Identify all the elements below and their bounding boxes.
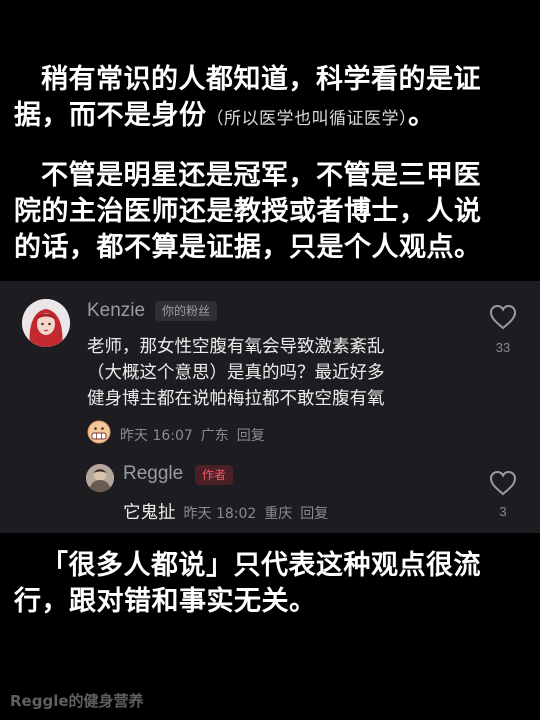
reply-location: 重庆 xyxy=(264,506,293,522)
heart-icon[interactable] xyxy=(488,469,518,497)
watermark: Reggle的健身营养 xyxy=(10,692,144,710)
reply-like-count: 3 xyxy=(499,504,507,519)
author-badge: 作者 xyxy=(195,465,234,485)
commenter-username[interactable]: Kenzie xyxy=(87,300,145,322)
comment-like-count: 33 xyxy=(495,340,511,355)
outro-line-1: 「很多人都说」只代表这种观点很流 xyxy=(41,550,481,581)
comment-line-1: 老师，那女性空腹有氧会导致激素紊乱 xyxy=(87,337,385,357)
comment-line-2: （大概这个意思）是真的吗？最近好多 xyxy=(87,363,385,383)
intro-p2-line-3: 的话，都不算是证据，只是个人观点。 xyxy=(14,232,482,263)
reply-text: 它鬼扯 xyxy=(123,503,176,523)
heart-icon[interactable] xyxy=(488,303,518,331)
intro-line-2-note: （所以医学也叫循证医学） xyxy=(206,109,408,129)
comment-reply-button[interactable]: 回复 xyxy=(237,428,265,444)
intro-line-2: 据，而不是身份（所以医学也叫循证医学）。 xyxy=(14,98,530,137)
reply-row: 它鬼扯 昨天 18:02 重庆 回复 xyxy=(123,499,336,524)
author-username[interactable]: Reggle xyxy=(123,463,183,485)
grimacing-face-emoji-icon xyxy=(87,420,111,444)
author-avatar[interactable] xyxy=(86,464,114,492)
commenter-avatar[interactable] xyxy=(22,299,70,347)
outro-paragraph: 「很多人都说」只代表这种观点很流 行，跟对错和事实无关。 xyxy=(14,548,530,620)
intro-paragraph-1: 稍有常识的人都知道，科学看的是证 据，而不是身份（所以医学也叫循证医学）。 xyxy=(14,62,530,137)
comment-location: 广东 xyxy=(200,428,229,444)
intro-line-2-end: 。 xyxy=(408,100,436,131)
fan-badge: 你的粉丝 xyxy=(155,301,218,321)
reply-meta: 昨天 18:02 重庆 回复 xyxy=(184,506,337,522)
intro-paragraph-2: 不管是明星还是冠军，不管是三甲医 院的主治医师还是教授或者博士，人说 的话，都不… xyxy=(14,158,530,266)
intro-p2-line-1: 不管是明星还是冠军，不管是三甲医 xyxy=(41,160,481,191)
comment-line-3: 健身博主都在说帕梅拉都不敢空腹有氧 xyxy=(87,389,385,409)
outro-line-2: 行，跟对错和事实无关。 xyxy=(14,586,317,617)
reply-reply-button[interactable]: 回复 xyxy=(300,506,328,522)
intro-line-1: 稍有常识的人都知道，科学看的是证 xyxy=(41,64,481,95)
comment-section: Kenzie 你的粉丝 老师，那女性空腹有氧会导致激素紊乱 （大概这个意思）是真… xyxy=(0,281,540,533)
comment-time: 昨天 16:07 xyxy=(120,428,193,444)
comment-text: 老师，那女性空腹有氧会导致激素紊乱 （大概这个意思）是真的吗？最近好多 健身博主… xyxy=(87,334,467,412)
intro-line-2-main: 据，而不是身份 xyxy=(14,100,207,131)
comment-meta: 昨天 16:07 广东 回复 xyxy=(120,425,273,445)
reply-time: 昨天 18:02 xyxy=(183,506,257,522)
intro-p2-line-2: 院的主治医师还是教授或者博士，人说 xyxy=(14,196,482,227)
